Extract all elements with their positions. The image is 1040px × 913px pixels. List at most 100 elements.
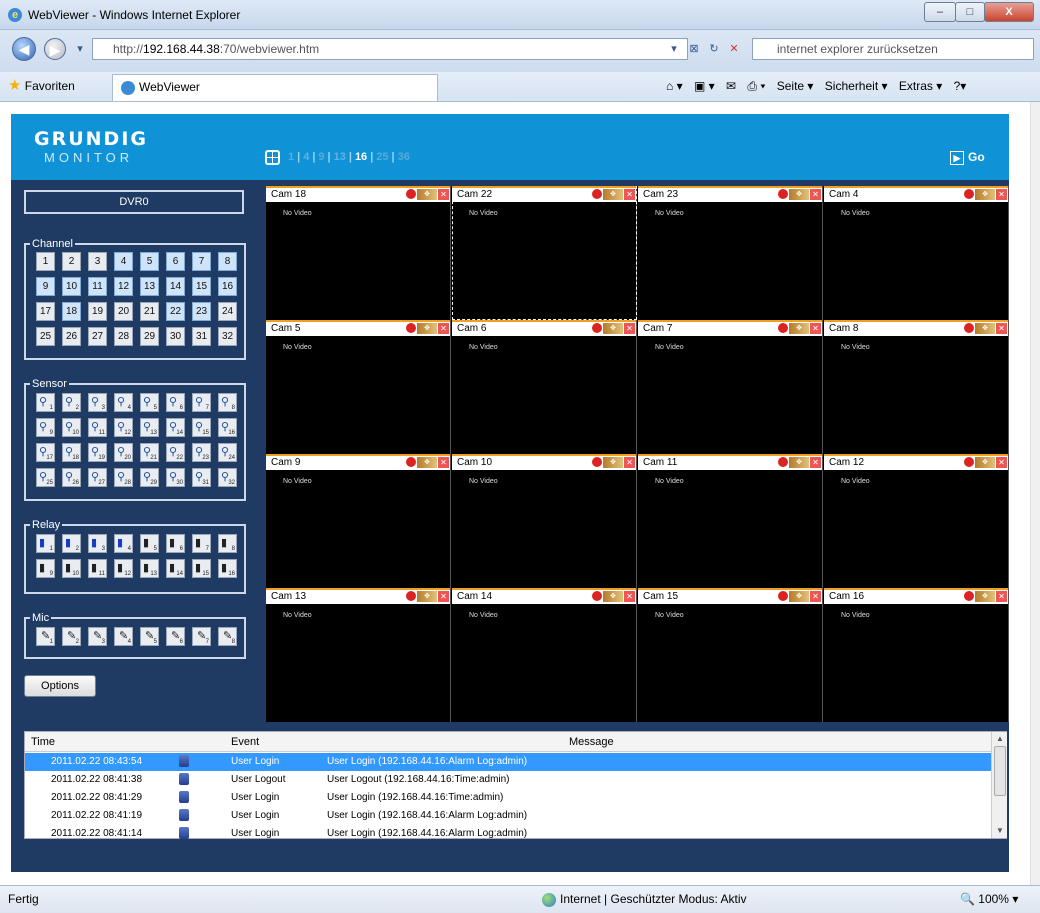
- relay-button-4[interactable]: ▮ 4: [114, 534, 133, 553]
- channel-button-32[interactable]: 32: [218, 327, 237, 346]
- channel-button-2[interactable]: 2: [62, 252, 81, 271]
- relay-button-15[interactable]: ▮ 15: [192, 559, 211, 578]
- sensor-button-6[interactable]: ⚲ 6: [166, 393, 185, 412]
- relay-button-14[interactable]: ▮ 14: [166, 559, 185, 578]
- channel-button-20[interactable]: 20: [114, 302, 133, 321]
- close-camera-icon[interactable]: ✕: [438, 323, 449, 334]
- scroll-down-icon[interactable]: ▼: [996, 826, 1004, 835]
- record-icon[interactable]: [406, 591, 416, 601]
- page-menu[interactable]: Seite ▾: [777, 79, 814, 93]
- channel-button-30[interactable]: 30: [166, 327, 185, 346]
- sensor-button-22[interactable]: ⚲ 22: [166, 443, 185, 462]
- camera-tile[interactable]: Cam 7 ✥ ✕ No Video: [638, 320, 823, 454]
- mic-button-7[interactable]: ✎ 7: [192, 627, 211, 646]
- ptz-icon[interactable]: ✥: [789, 189, 809, 200]
- record-icon[interactable]: [778, 591, 788, 601]
- scroll-up-icon[interactable]: ▲: [996, 734, 1004, 743]
- camera-tile[interactable]: Cam 12 ✥ ✕ No Video: [824, 454, 1009, 588]
- record-icon[interactable]: [964, 189, 974, 199]
- sensor-button-12[interactable]: ⚲ 12: [114, 418, 133, 437]
- log-row[interactable]: 2011.02.22 08:41:38 User Logout User Logou…: [25, 771, 991, 789]
- sensor-button-31[interactable]: ⚲ 31: [192, 468, 211, 487]
- channel-button-21[interactable]: 21: [140, 302, 159, 321]
- record-icon[interactable]: [778, 323, 788, 333]
- camera-tile[interactable]: Cam 23 ✥ ✕ No Video: [638, 186, 823, 320]
- relay-button-16[interactable]: ▮ 16: [218, 559, 237, 578]
- close-camera-icon[interactable]: ✕: [810, 591, 821, 602]
- channel-button-9[interactable]: 9: [36, 277, 55, 296]
- camera-tile[interactable]: Cam 8 ✥ ✕ No Video: [824, 320, 1009, 454]
- ptz-icon[interactable]: ✥: [789, 323, 809, 334]
- minimize-button[interactable]: –: [924, 2, 956, 22]
- sensor-button-10[interactable]: ⚲ 10: [62, 418, 81, 437]
- ptz-icon[interactable]: ✥: [417, 591, 437, 602]
- sensor-button-21[interactable]: ⚲ 21: [140, 443, 159, 462]
- mic-button-1[interactable]: ✎ 1: [36, 627, 55, 646]
- mic-button-5[interactable]: ✎ 5: [140, 627, 159, 646]
- ptz-icon[interactable]: ✥: [975, 323, 995, 334]
- stop-icon[interactable]: ✕: [724, 40, 744, 58]
- channel-button-11[interactable]: 11: [88, 277, 107, 296]
- refresh-icon[interactable]: ↻: [704, 40, 724, 58]
- col-message[interactable]: Message: [569, 732, 614, 752]
- channel-button-7[interactable]: 7: [192, 252, 211, 271]
- ptz-icon[interactable]: ✥: [417, 323, 437, 334]
- sensor-button-20[interactable]: ⚲ 20: [114, 443, 133, 462]
- channel-button-19[interactable]: 19: [88, 302, 107, 321]
- record-icon[interactable]: [406, 189, 416, 199]
- compat-view-icon[interactable]: ⊠: [684, 40, 704, 58]
- close-camera-icon[interactable]: ✕: [996, 591, 1007, 602]
- zoom-level[interactable]: 🔍 100% ▾: [960, 886, 1018, 912]
- close-camera-icon[interactable]: ✕: [996, 323, 1007, 334]
- print-icon[interactable]: ⎙ ▾: [747, 79, 765, 93]
- mic-button-3[interactable]: ✎ 3: [88, 627, 107, 646]
- relay-button-6[interactable]: ▮ 6: [166, 534, 185, 553]
- camera-tile[interactable]: Cam 10 ✥ ✕ No Video: [452, 454, 637, 588]
- channel-button-12[interactable]: 12: [114, 277, 133, 296]
- record-icon[interactable]: [778, 457, 788, 467]
- relay-button-12[interactable]: ▮ 12: [114, 559, 133, 578]
- sensor-button-3[interactable]: ⚲ 3: [88, 393, 107, 412]
- sensor-button-7[interactable]: ⚲ 7: [192, 393, 211, 412]
- camera-tile[interactable]: Cam 14 ✥ ✕ No Video: [452, 588, 637, 722]
- channel-button-17[interactable]: 17: [36, 302, 55, 321]
- sensor-button-15[interactable]: ⚲ 15: [192, 418, 211, 437]
- relay-button-9[interactable]: ▮ 9: [36, 559, 55, 578]
- close-camera-icon[interactable]: ✕: [438, 189, 449, 200]
- split-option-13[interactable]: 13: [334, 151, 346, 163]
- log-row[interactable]: 2011.02.22 08:43:54 User Login User Login …: [25, 753, 991, 771]
- ptz-icon[interactable]: ✥: [975, 189, 995, 200]
- home-icon[interactable]: ⌂ ▾: [666, 79, 683, 93]
- channel-button-8[interactable]: 8: [218, 252, 237, 271]
- close-camera-icon[interactable]: ✕: [624, 591, 635, 602]
- channel-button-25[interactable]: 25: [36, 327, 55, 346]
- sensor-button-29[interactable]: ⚲ 29: [140, 468, 159, 487]
- split-layout-icon[interactable]: [265, 150, 280, 165]
- channel-button-28[interactable]: 28: [114, 327, 133, 346]
- camera-tile[interactable]: Cam 18 ✥ ✕ No Video: [266, 186, 451, 320]
- go-button[interactable]: ▶ Go: [950, 150, 985, 165]
- camera-tile[interactable]: Cam 6 ✥ ✕ No Video: [452, 320, 637, 454]
- relay-button-5[interactable]: ▮ 5: [140, 534, 159, 553]
- feeds-icon[interactable]: ▣ ▾: [694, 79, 715, 93]
- split-option-36[interactable]: 36: [398, 151, 410, 163]
- channel-button-3[interactable]: 3: [88, 252, 107, 271]
- record-icon[interactable]: [592, 323, 602, 333]
- ptz-icon[interactable]: ✥: [603, 457, 623, 468]
- camera-tile[interactable]: Cam 4 ✥ ✕ No Video: [824, 186, 1009, 320]
- channel-button-18[interactable]: 18: [62, 302, 81, 321]
- sensor-button-17[interactable]: ⚲ 17: [36, 443, 55, 462]
- sensor-button-2[interactable]: ⚲ 2: [62, 393, 81, 412]
- mic-button-8[interactable]: ✎ 8: [218, 627, 237, 646]
- camera-tile[interactable]: Cam 16 ✥ ✕ No Video: [824, 588, 1009, 722]
- close-camera-icon[interactable]: ✕: [438, 457, 449, 468]
- url-field[interactable]: http://192.168.44.38:70/webviewer.htm: [92, 38, 688, 60]
- browser-tab[interactable]: WebViewer: [112, 74, 438, 101]
- channel-button-27[interactable]: 27: [88, 327, 107, 346]
- dvr-selector[interactable]: DVR0: [24, 190, 244, 214]
- relay-button-2[interactable]: ▮ 2: [62, 534, 81, 553]
- record-icon[interactable]: [406, 323, 416, 333]
- record-icon[interactable]: [964, 457, 974, 467]
- ptz-icon[interactable]: ✥: [603, 323, 623, 334]
- page-scrollbar[interactable]: [1030, 102, 1040, 885]
